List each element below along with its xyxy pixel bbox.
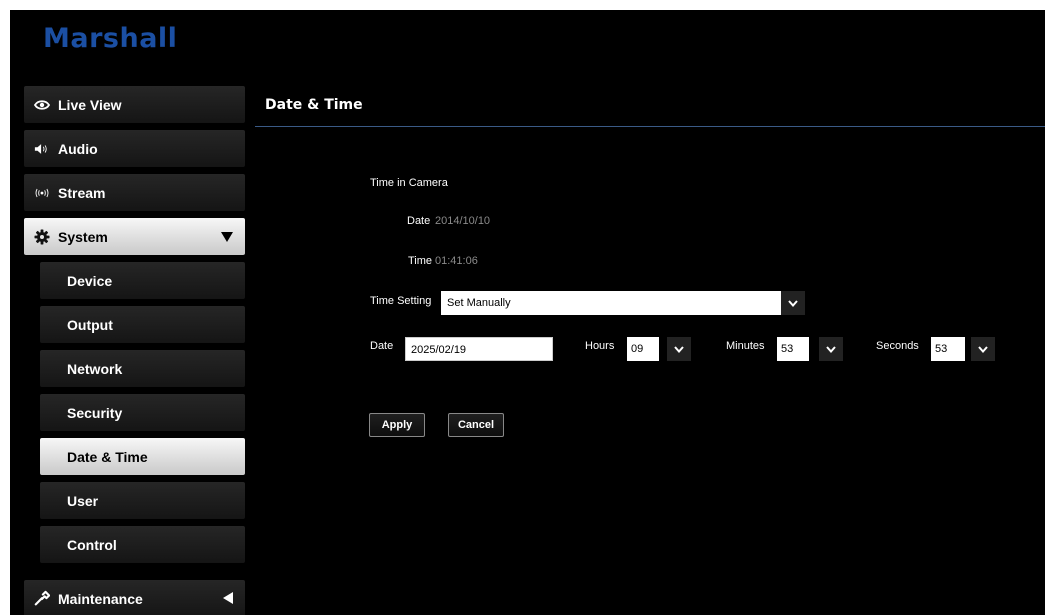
sidebar-item-label: System [58, 228, 108, 245]
minutes-select[interactable]: 53 [777, 337, 809, 361]
wrench-icon [34, 590, 50, 607]
manual-date-label: Date [370, 340, 394, 352]
sidebar-item-output[interactable]: Output [40, 306, 245, 343]
sidebar-item-date-time[interactable]: Date & Time [40, 438, 245, 475]
minutes-dropdown-button[interactable] [819, 337, 843, 361]
sidebar-item-label: Network [67, 360, 123, 377]
date-input[interactable]: 2025/02/19 [405, 337, 553, 361]
chevron-down-icon [978, 345, 988, 353]
sidebar-item-audio[interactable]: Audio [24, 130, 245, 167]
caret-left-icon [223, 591, 233, 607]
hours-dropdown-button[interactable] [667, 337, 691, 361]
sidebar-item-label: Live View [58, 96, 122, 113]
time-setting-label: Time Setting [370, 295, 432, 307]
sidebar-item-label: Device [67, 272, 113, 289]
sidebar-item-label: Security [67, 404, 123, 421]
sidebar-item-label: Control [67, 536, 117, 553]
cancel-button[interactable]: Cancel [448, 413, 504, 437]
sidebar-item-stream[interactable]: Stream [24, 174, 245, 211]
speaker-icon [34, 141, 50, 157]
hours-select[interactable]: 09 [627, 337, 659, 361]
sidebar-item-label: Maintenance [58, 590, 143, 607]
chevron-down-icon [674, 345, 684, 353]
sidebar-item-network[interactable]: Network [40, 350, 245, 387]
sidebar-item-control[interactable]: Control [40, 526, 245, 563]
caret-down-icon [221, 229, 233, 245]
app-frame: Marshall Live View Audio Stream System D… [10, 10, 1045, 615]
minutes-label: Minutes [726, 340, 765, 352]
sidebar-item-label: Date & Time [67, 448, 148, 465]
hours-label: Hours [585, 340, 615, 352]
broadcast-icon [34, 185, 50, 201]
sidebar-item-live-view[interactable]: Live View [24, 86, 245, 123]
camera-time-label: Time [408, 255, 433, 267]
top-bar: Marshall [10, 10, 1045, 72]
time-in-camera-heading: Time in Camera [370, 177, 448, 189]
seconds-dropdown-button[interactable] [971, 337, 995, 361]
sidebar-item-maintenance[interactable]: Maintenance [24, 580, 245, 615]
sidebar-item-security[interactable]: Security [40, 394, 245, 431]
sidebar-item-user[interactable]: User [40, 482, 245, 519]
eye-icon [34, 97, 50, 113]
seconds-select[interactable]: 53 [931, 337, 965, 361]
sidebar-item-system[interactable]: System [24, 218, 245, 255]
sidebar-item-label: User [67, 492, 99, 509]
sidebar-item-label: Stream [58, 184, 106, 201]
seconds-label: Seconds [876, 340, 919, 352]
marshall-logo: Marshall [43, 23, 178, 54]
sidebar-item-label: Output [67, 316, 113, 333]
sidebar-item-device[interactable]: Device [40, 262, 245, 299]
sidebar-item-label: Audio [58, 140, 98, 157]
page-title: Date & Time [265, 97, 363, 113]
camera-time-value: 01:41:06 [435, 255, 478, 267]
camera-date-value: 2014/10/10 [435, 215, 491, 227]
camera-date-label: Date [407, 215, 431, 227]
chevron-down-icon [826, 345, 836, 353]
content-header: Date & Time [255, 86, 1045, 127]
chevron-down-icon [788, 299, 798, 307]
time-setting-select[interactable]: Set Manually [441, 291, 781, 315]
time-setting-dropdown-button[interactable] [781, 291, 805, 315]
gear-icon [34, 229, 50, 245]
apply-button[interactable]: Apply [369, 413, 425, 437]
